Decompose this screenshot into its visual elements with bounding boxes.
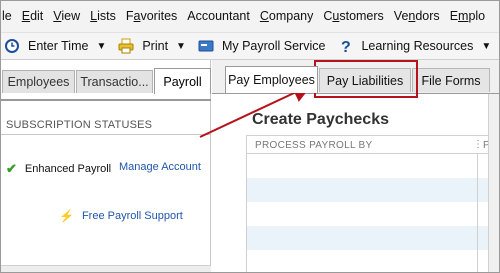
enhanced-payroll-label: Enhanced Payroll — [24, 163, 112, 175]
checkmark-icon: ✔ — [6, 161, 17, 176]
left-tab-strip: Employees Transactio... Payroll — [0, 66, 211, 101]
vertical-scrollbar[interactable] — [488, 94, 500, 273]
table-row[interactable] — [247, 154, 500, 178]
tab-divider — [0, 99, 211, 101]
printer-icon — [118, 38, 134, 54]
enhanced-payroll-status: ✔ Enhanced Payroll — [6, 161, 111, 177]
chevron-down-icon[interactable]: ▼ — [176, 41, 186, 52]
menu-employees[interactable]: Emplo — [450, 9, 485, 23]
tab-payroll[interactable]: Payroll — [154, 68, 211, 94]
menu-accountant[interactable]: Accountant — [187, 9, 250, 23]
chevron-down-icon[interactable]: ▼ — [96, 41, 106, 52]
svg-text:?: ? — [341, 39, 351, 54]
clock-icon — [4, 38, 20, 54]
learning-resources-button[interactable]: ? Learning Resources ▼ — [337, 38, 491, 54]
enter-time-label: Enter Time — [28, 39, 89, 53]
left-panel: Employees Transactio... Payroll SUBSCRIP… — [0, 60, 211, 273]
payroll-card-icon — [198, 38, 214, 54]
paychecks-grid: PROCESS PAYROLL BY ⋮ PAY — [246, 135, 500, 273]
tab-employees[interactable]: Employees — [2, 70, 75, 93]
lightning-icon: ⚡ — [59, 209, 74, 223]
page-title: Create Paychecks — [252, 111, 389, 128]
table-row[interactable] — [247, 178, 500, 202]
tab-transactions[interactable]: Transactio... — [76, 70, 153, 93]
pay-employees-content: Create Paychecks PROCESS PAYROLL BY ⋮ PA… — [212, 94, 500, 273]
divider — [0, 134, 211, 135]
table-row[interactable] — [247, 202, 500, 226]
my-payroll-service-button[interactable]: My Payroll Service — [198, 38, 326, 54]
toolbar: Enter Time ▼ Print ▼ My Payroll Service … — [0, 33, 500, 60]
enter-time-button[interactable]: Enter Time ▼ — [4, 38, 106, 54]
free-payroll-support-label: Free Payroll Support — [81, 210, 183, 222]
my-payroll-service-label: My Payroll Service — [221, 39, 326, 53]
menu-company[interactable]: Company — [260, 9, 314, 23]
left-panel-footer — [0, 265, 211, 273]
menu-view[interactable]: View — [53, 9, 80, 23]
menu-bar: le Edit View Lists Favorites Accountant … — [0, 0, 500, 33]
menu-lists[interactable]: Lists — [90, 9, 116, 23]
table-row[interactable] — [247, 226, 500, 250]
column-resize-handle[interactable]: ⋮ — [473, 139, 483, 150]
menu-favorites[interactable]: Favorites — [126, 9, 177, 23]
manage-account-link[interactable]: Manage Account — [119, 161, 201, 173]
question-icon: ? — [337, 38, 353, 54]
print-button[interactable]: Print ▼ — [118, 38, 186, 54]
menu-customers[interactable]: Customers — [323, 9, 383, 23]
learning-resources-label: Learning Resources — [361, 39, 474, 53]
tab-file-forms[interactable]: File Forms — [412, 68, 490, 92]
menu-file[interactable]: le — [2, 9, 12, 23]
tab-pay-employees[interactable]: Pay Employees — [225, 66, 318, 93]
free-payroll-support-link[interactable]: ⚡ Free Payroll Support — [59, 209, 183, 223]
menu-edit[interactable]: Edit — [22, 9, 44, 23]
pay-liabilities-highlight — [314, 60, 418, 98]
grid-header: PROCESS PAYROLL BY ⋮ PAY — [247, 135, 500, 154]
table-row[interactable] — [247, 250, 500, 273]
subscription-statuses-header: SUBSCRIPTION STATUSES — [6, 119, 153, 131]
column-divider — [477, 154, 478, 273]
print-label: Print — [142, 39, 169, 53]
chevron-down-icon[interactable]: ▼ — [481, 41, 491, 52]
menu-vendors[interactable]: Vendors — [394, 9, 440, 23]
column-header-process-payroll-by[interactable]: PROCESS PAYROLL BY — [255, 140, 372, 151]
